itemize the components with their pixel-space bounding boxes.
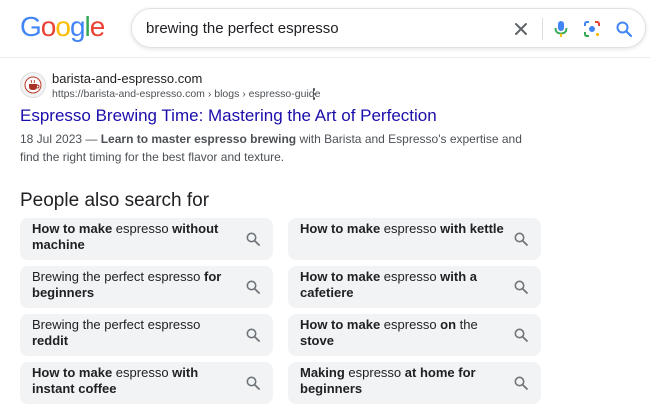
search-input[interactable] (146, 18, 476, 38)
label-part: Brewing the perfect espresso (32, 269, 204, 284)
searchbox-divider (542, 18, 543, 40)
search-icon (245, 231, 261, 247)
search-icon (513, 231, 529, 247)
related-search-label: How to make espresso with instant coffee (32, 365, 237, 397)
label-bold-part: How to make (300, 221, 381, 236)
label-bold-part: Making (300, 365, 345, 380)
label-part: the (456, 317, 478, 332)
site-name[interactable]: barista-and-espresso.com (52, 71, 202, 87)
related-search-chip[interactable]: How to make espresso with instant coffee (20, 362, 273, 404)
result-title-link[interactable]: Espresso Brewing Time: Mastering the Art… (20, 105, 437, 127)
label-part: Brewing the perfect espresso (32, 317, 201, 332)
search-icon (513, 327, 529, 343)
related-search-chip[interactable]: How to make espresso on the stove (288, 314, 541, 356)
related-search-label: Making espresso at home for beginners (300, 365, 505, 397)
search-icon (245, 327, 261, 343)
label-bold-part: reddit (32, 333, 69, 348)
search-icon[interactable] (613, 18, 635, 40)
snippet-text: 18 Jul 2023 — (20, 132, 101, 146)
related-search-chip[interactable]: How to make espresso with a cafetiere (288, 266, 541, 308)
related-search-chip[interactable]: Brewing the perfect espresso reddit (20, 314, 273, 356)
clear-icon[interactable] (510, 18, 532, 40)
related-search-label: How to make espresso on the stove (300, 317, 505, 349)
logo-letter: e (89, 11, 106, 42)
more-options-icon[interactable] (310, 86, 318, 102)
related-search-label: Brewing the perfect espresso reddit (32, 317, 237, 349)
lens-icon[interactable] (581, 18, 603, 40)
label-part: espresso (344, 365, 405, 380)
header-divider (0, 57, 650, 58)
microphone-icon[interactable] (550, 18, 572, 40)
related-search-chip[interactable]: How to make espresso with kettle (288, 218, 541, 260)
logo-letter: o (55, 11, 71, 42)
search-icon (245, 279, 261, 295)
related-search-label: How to make espresso with kettle (300, 221, 505, 237)
header: Google (0, 0, 650, 58)
search-icon (513, 279, 529, 295)
label-bold-part: with kettle (440, 221, 504, 236)
related-search-label: Brewing the perfect espresso for beginne… (32, 269, 237, 301)
label-bold-part: How to make (300, 269, 381, 284)
site-favicon-icon[interactable] (20, 72, 46, 98)
search-icon (513, 375, 529, 391)
google-logo[interactable]: Google (20, 11, 106, 43)
related-search-chip[interactable]: Brewing the perfect espresso for beginne… (20, 266, 273, 308)
site-url[interactable]: https://barista-and-espresso.com › blogs… (52, 88, 320, 101)
snippet-highlight: Learn to master espresso brewing (100, 132, 297, 146)
label-bold-part: How to make (32, 365, 113, 380)
logo-letter: o (40, 11, 57, 42)
people-also-search-heading: People also search for (20, 190, 210, 211)
related-search-label: How to make espresso without machine (32, 221, 237, 253)
label-part: espresso (380, 221, 441, 236)
label-bold-part: stove (300, 333, 334, 348)
search-box[interactable] (131, 8, 646, 48)
label-bold-part: on (440, 317, 457, 332)
label-part: espresso (380, 317, 441, 332)
label-part: espresso (112, 221, 173, 236)
label-bold-part: How to make (300, 317, 381, 332)
related-search-chip[interactable]: How to make espresso without machine (20, 218, 273, 260)
search-icon (245, 375, 261, 391)
logo-letter: G (20, 11, 42, 42)
related-search-label: How to make espresso with a cafetiere (300, 269, 505, 301)
related-search-chip[interactable]: Making espresso at home for beginners (288, 362, 541, 404)
result-snippet: 18 Jul 2023 — Learn to master espresso b… (20, 130, 540, 166)
label-bold-part: How to make (32, 221, 113, 236)
label-part: espresso (380, 269, 441, 284)
logo-letter: g (69, 11, 86, 42)
label-part: espresso (112, 365, 173, 380)
